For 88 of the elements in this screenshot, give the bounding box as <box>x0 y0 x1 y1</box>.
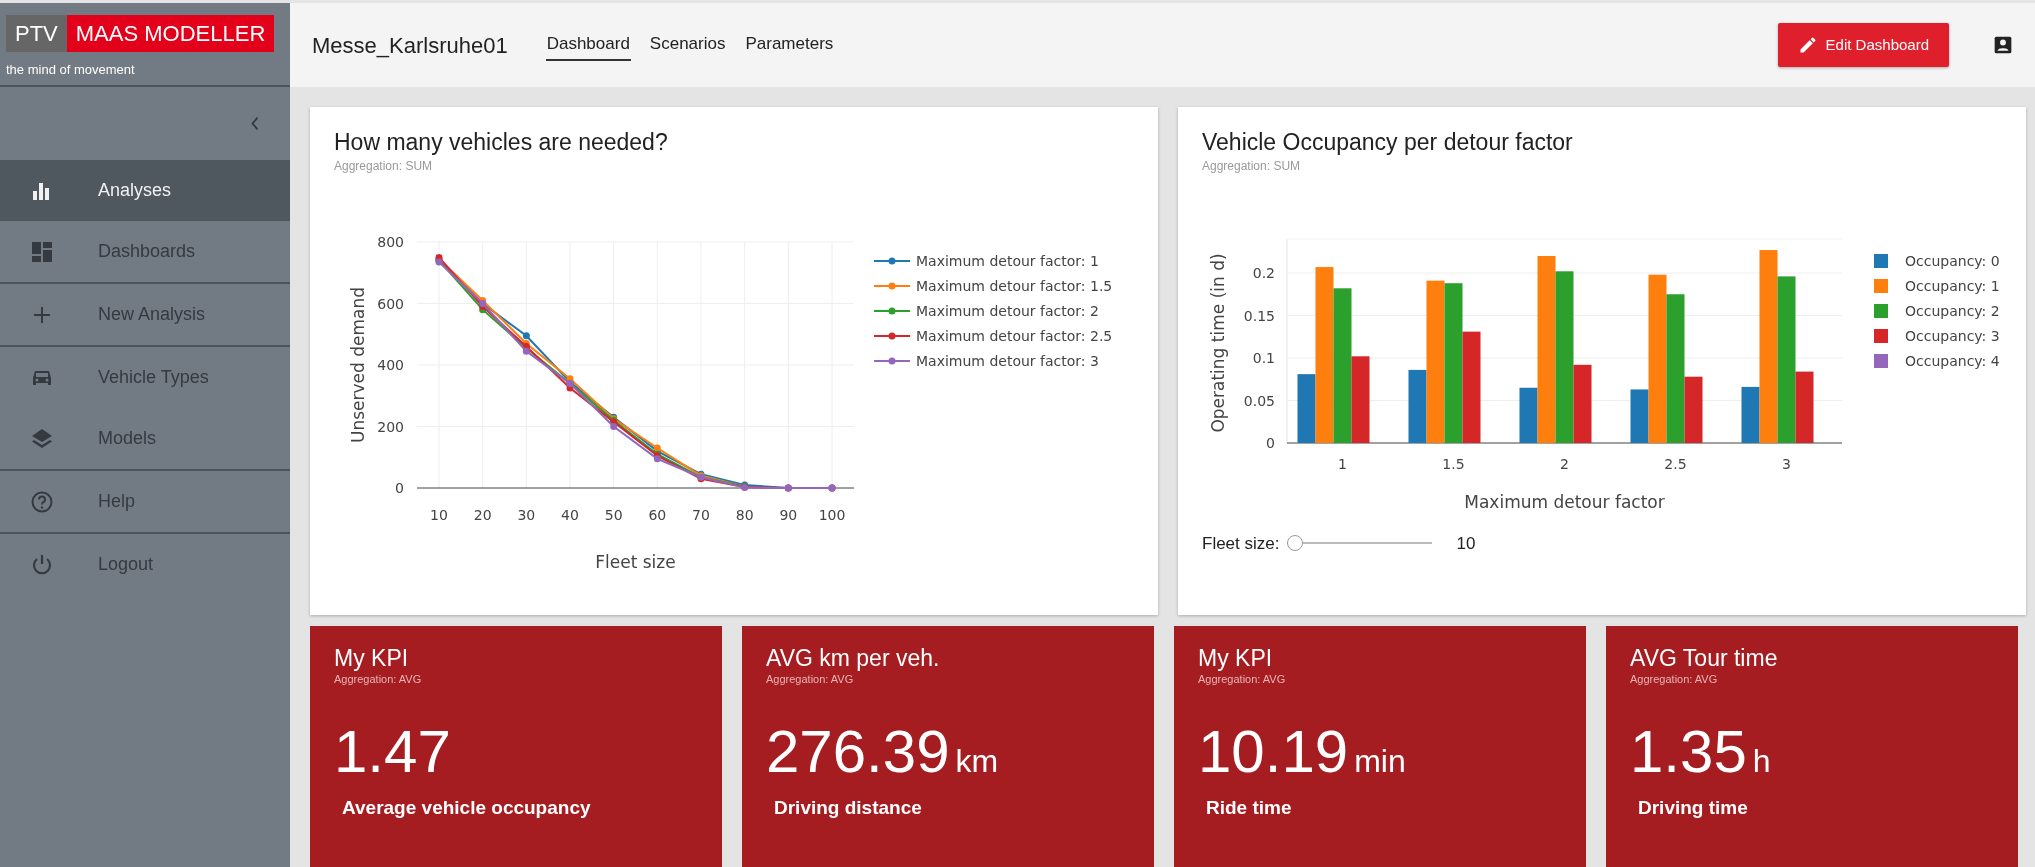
tick-label: 1 <box>1338 455 1347 472</box>
axis-title: Unserved demand <box>348 286 368 443</box>
tick-label: 200 <box>377 418 404 435</box>
aggregation-label: Aggregation: SUM <box>1202 157 1302 175</box>
edit-dashboard-button[interactable]: Edit Dashboard <box>1777 22 1949 68</box>
tick-label: 0 <box>395 479 404 496</box>
kpi-label: Ride time <box>1205 795 1293 820</box>
kpi-unit: km <box>955 744 999 777</box>
kpi-title: My KPI <box>1198 646 1274 672</box>
point <box>522 331 530 339</box>
power-icon <box>30 552 54 577</box>
project-title: Messe_Karlsruhe01 <box>312 31 508 60</box>
tick-label: 2 <box>1560 455 1569 472</box>
legend-label: Maximum detour factor: 2 <box>916 302 1099 319</box>
tick-label: 0.05 <box>1243 392 1275 409</box>
tick-label: 50 <box>604 506 623 523</box>
tick-label: 20 <box>473 506 492 523</box>
legend-label: Maximum detour factor: 1 <box>916 252 1099 269</box>
legend-label: Maximum detour factor: 2.5 <box>916 327 1113 344</box>
tick-label: 60 <box>648 506 667 523</box>
nav-tab[interactable]: Scenarios <box>648 29 727 61</box>
slider-thumb[interactable] <box>1287 535 1304 552</box>
legend-label: Occupancy: 4 <box>1905 352 2000 369</box>
tick-label: 0.1 <box>1252 349 1275 366</box>
legend-label: Occupancy: 2 <box>1905 302 2000 319</box>
slider-value: 10 <box>1456 532 1476 555</box>
help-icon <box>30 489 54 514</box>
legend-label: Occupancy: 0 <box>1905 252 2000 269</box>
tick-label: 600 <box>377 295 404 312</box>
dashboard-icon <box>30 239 54 264</box>
sidebar-item[interactable]: Help <box>0 471 290 532</box>
aggregation-label: Aggregation: AVG <box>334 672 423 688</box>
tick-label: 0.2 <box>1252 264 1275 281</box>
axis-title: Maximum detour factor <box>1464 491 1665 512</box>
kpi-title: AVG Tour time <box>1630 646 1779 672</box>
sidebar-item[interactable]: Dashboards <box>0 221 290 282</box>
legend-label: Occupancy: 1 <box>1905 277 2000 294</box>
sidebar-item[interactable]: Models <box>0 408 290 469</box>
nav-tab[interactable]: Dashboard <box>545 29 631 61</box>
tick-label: 0.15 <box>1243 307 1275 324</box>
tick-label: 1.5 <box>1442 455 1465 472</box>
kpi-title: AVG km per veh. <box>766 646 941 672</box>
account-icon[interactable] <box>1993 35 2013 55</box>
slider-label: Fleet size: <box>1202 532 1280 555</box>
chart-title: Vehicle Occupancy per detour factor <box>1202 129 1574 157</box>
kpi-label: Driving distance <box>773 795 923 820</box>
axis-title: Fleet size <box>595 551 676 572</box>
kpi-unit: h <box>1752 744 1771 777</box>
legend-label: Maximum detour factor: 3 <box>916 352 1099 369</box>
kpi-label: Average vehicle occupancy <box>341 795 592 820</box>
sidebar-item[interactable]: Vehicle Types <box>0 347 290 408</box>
sidebar-item[interactable]: New Analysis <box>0 284 290 345</box>
product-logo-label: MAAS MODELLER <box>66 15 275 52</box>
kpi-value: 10.19 <box>1198 721 1349 782</box>
aggregation-label: Aggregation: AVG <box>1630 672 1719 688</box>
collapse-chevron-icon[interactable] <box>250 115 260 132</box>
tick-label: 100 <box>818 506 846 523</box>
brand-logo-label: PTV <box>6 15 67 52</box>
tick-label: 800 <box>377 233 404 250</box>
sidebar-item[interactable]: Analyses <box>0 160 290 221</box>
aggregation-label: Aggregation: AVG <box>766 672 855 688</box>
kpi-label: Driving time <box>1637 795 1749 820</box>
point <box>610 422 618 430</box>
tick-label: 70 <box>692 506 710 523</box>
aggregation-label: Aggregation: AVG <box>1198 672 1287 688</box>
sidebar-item[interactable]: Logout <box>0 534 290 595</box>
layers-icon <box>30 426 54 451</box>
tick-label: 10 <box>430 506 448 523</box>
kpi-value: 276.39 <box>766 721 950 782</box>
tick-label: 0 <box>1266 434 1275 451</box>
tagline: the mind of movement <box>6 61 136 79</box>
tick-label: 3 <box>1782 455 1791 472</box>
tick-label: 40 <box>561 506 579 523</box>
kpi-value: 1.35 <box>1630 721 1747 782</box>
chart-title: How many vehicles are needed? <box>334 129 669 157</box>
kpi-title: My KPI <box>334 646 410 672</box>
tick-label: 30 <box>517 506 536 523</box>
legend-label: Maximum detour factor: 1.5 <box>916 277 1113 294</box>
legend-label: Occupancy: 3 <box>1905 327 2000 344</box>
tick-label: 400 <box>377 356 404 373</box>
nav-tab[interactable]: Parameters <box>744 29 835 61</box>
tick-label: 2.5 <box>1664 455 1687 472</box>
tick-label: 80 <box>735 506 754 523</box>
kpi-value: 1.47 <box>334 721 451 782</box>
aggregation-label: Aggregation: SUM <box>334 157 434 175</box>
tick-label: 90 <box>779 506 798 523</box>
axis-title: Operating time (in d) <box>1208 253 1228 433</box>
kpi-unit: min <box>1354 744 1406 777</box>
